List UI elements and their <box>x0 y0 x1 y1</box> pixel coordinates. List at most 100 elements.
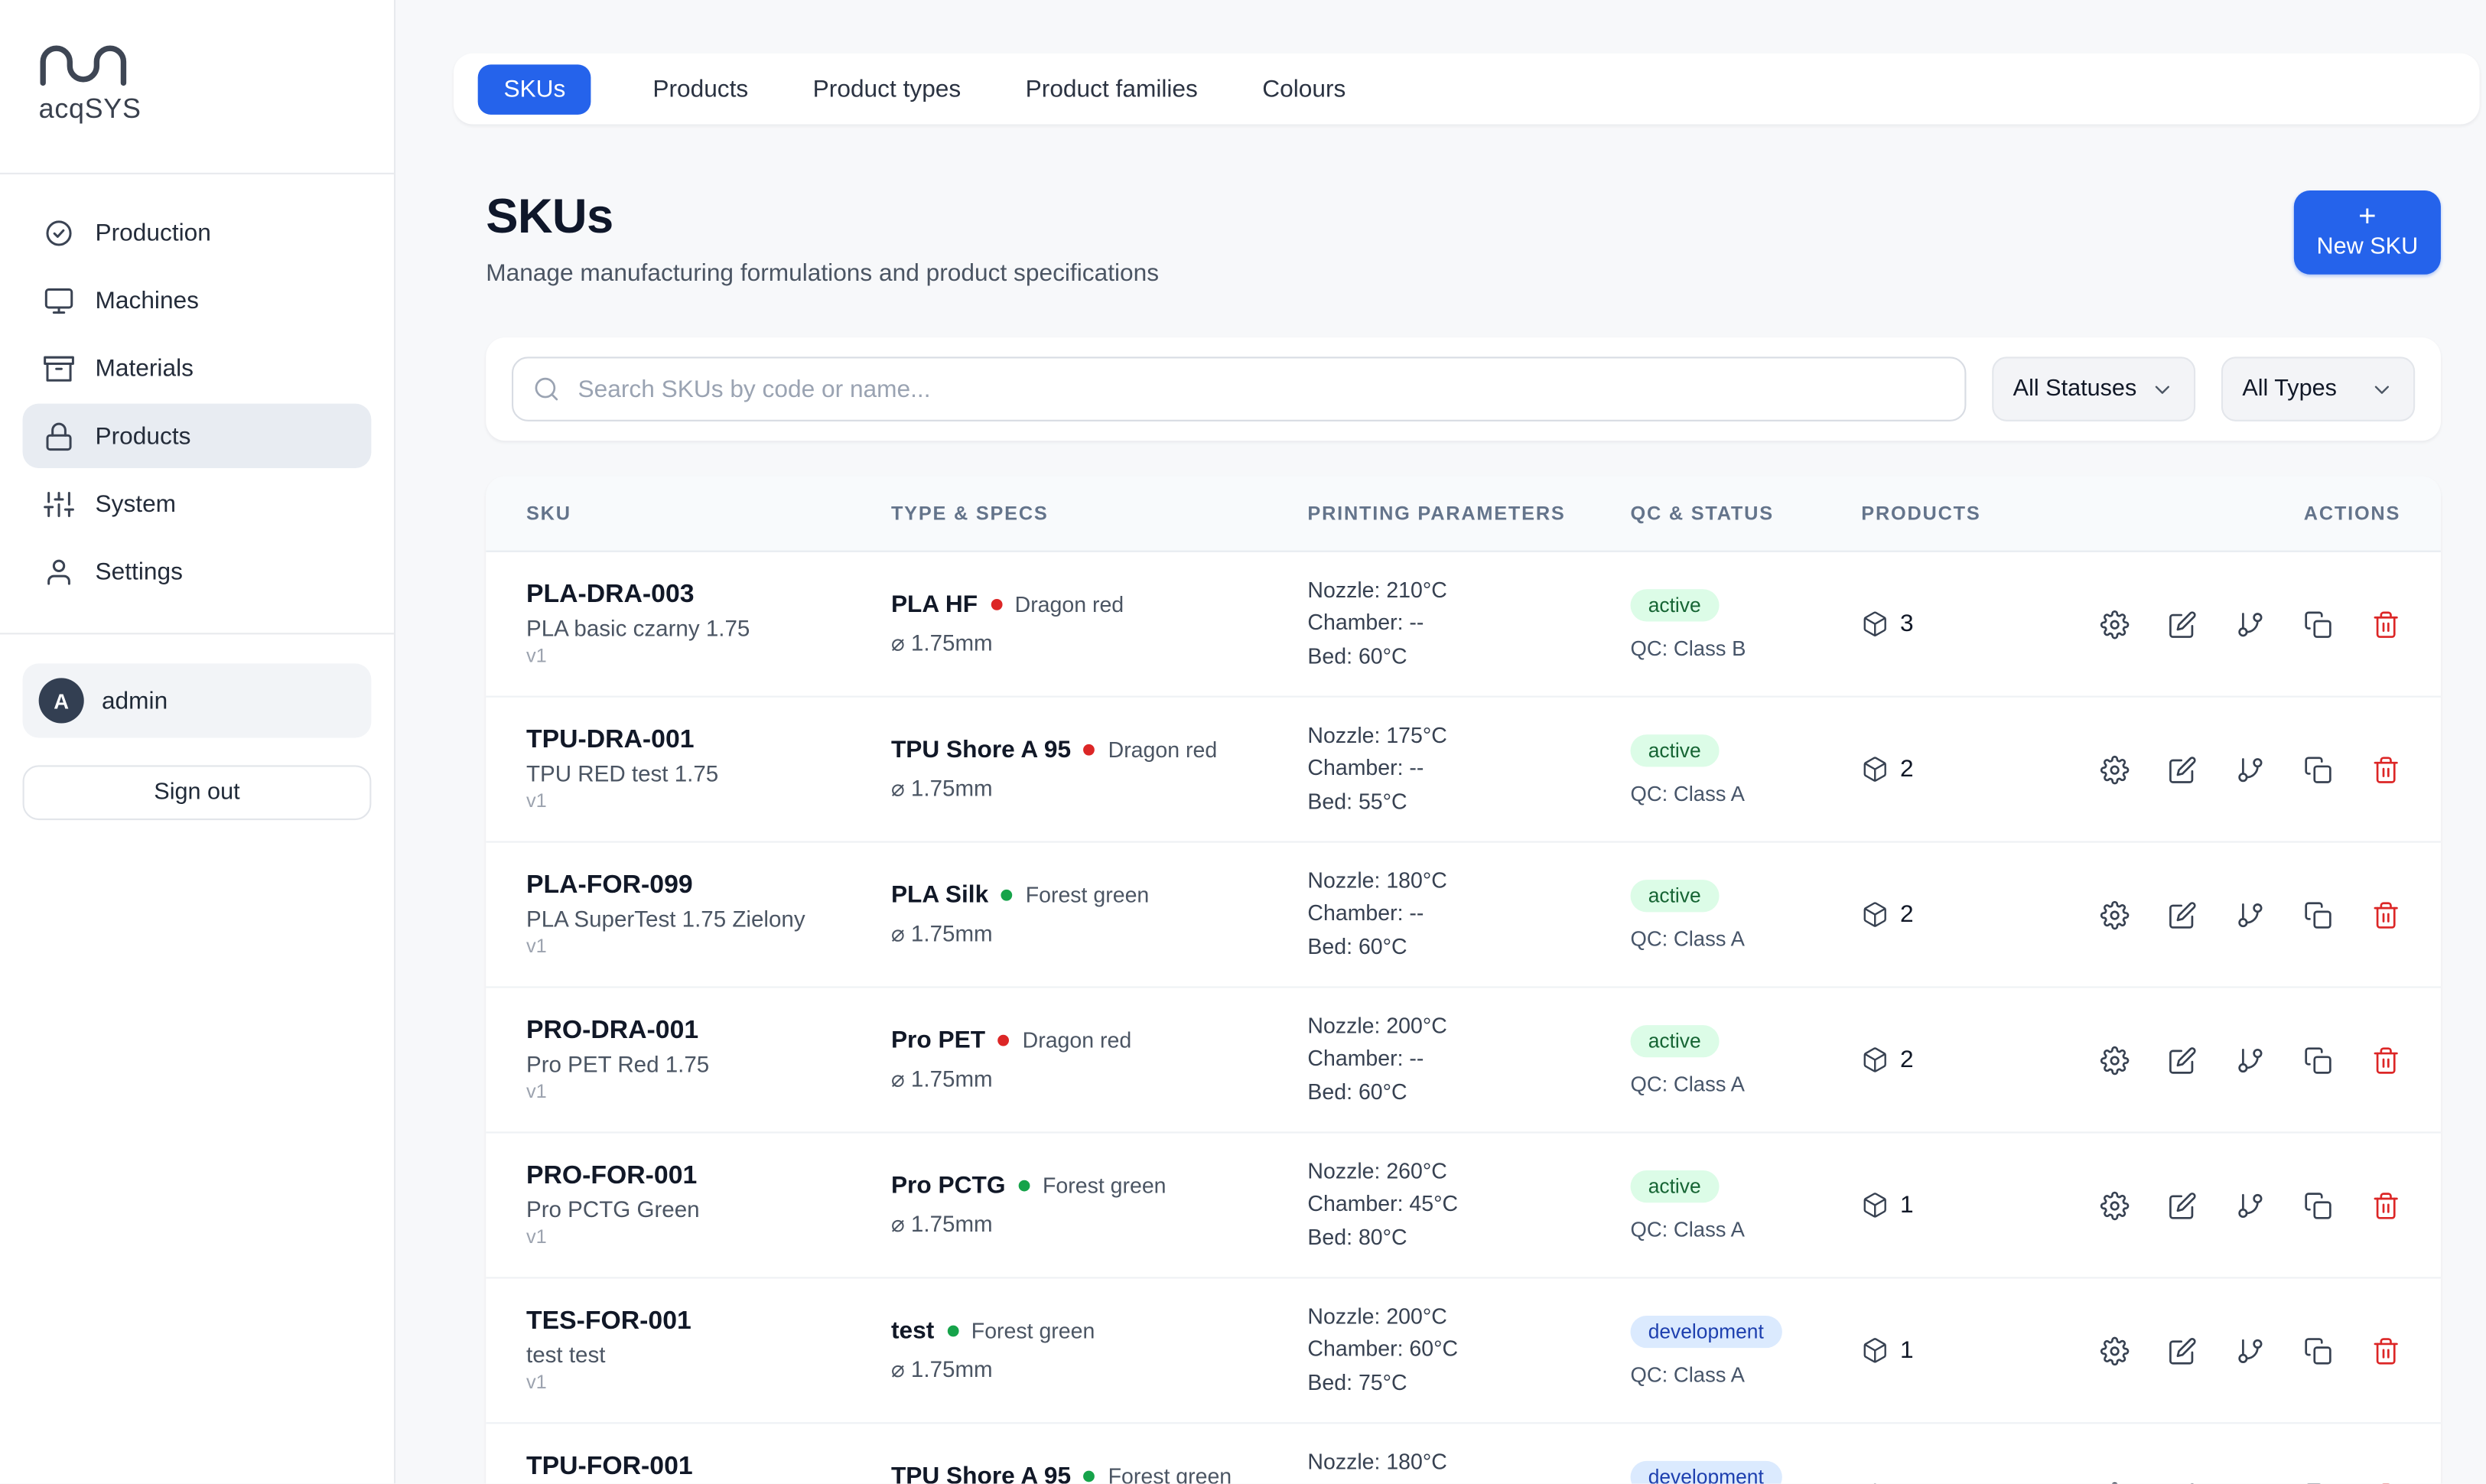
material-type: TPU Shore A 95 <box>891 736 1071 763</box>
git-branch-icon <box>2236 1045 2265 1074</box>
versions-button[interactable] <box>2236 755 2265 784</box>
edit-icon <box>2168 900 2197 929</box>
settings-gear-button[interactable] <box>2100 610 2130 639</box>
actions-cell <box>2071 610 2401 639</box>
material-type: test <box>891 1317 934 1345</box>
column-header-actions: ACTIONS <box>2071 502 2401 525</box>
duplicate-button[interactable] <box>2304 755 2333 784</box>
search-icon <box>532 376 560 403</box>
sku-name: PLA basic czarny 1.75 <box>526 615 891 641</box>
chamber-temp: Chamber: -- <box>1307 607 1630 640</box>
sku-cell: TPU-DRA-001 TPU RED test 1.75 v1 <box>526 727 891 812</box>
filament-diameter: ⌀ 1.75mm <box>891 1066 1307 1093</box>
sidebar-item-materials[interactable]: Materials <box>23 336 372 400</box>
sign-out-button[interactable]: Sign out <box>23 765 372 820</box>
sku-code: TES-FOR-001 <box>526 1307 891 1336</box>
sidebar-item-system[interactable]: System <box>23 471 372 535</box>
user-chip[interactable]: A admin <box>23 663 372 737</box>
type-filter-select[interactable]: All Types <box>2221 356 2415 421</box>
cube-icon <box>1861 901 1889 929</box>
versions-button[interactable] <box>2236 1045 2265 1074</box>
settings-gear-button[interactable] <box>2100 1190 2130 1219</box>
tab-product-families[interactable]: Product families <box>1022 63 1201 113</box>
delete-button[interactable] <box>2371 610 2400 639</box>
user-icon <box>44 556 74 587</box>
colour-name: Forest green <box>1043 1173 1167 1198</box>
tab-products[interactable]: Products <box>649 63 751 113</box>
edit-button[interactable] <box>2168 1190 2197 1219</box>
duplicate-button[interactable] <box>2304 610 2333 639</box>
delete-button[interactable] <box>2371 1336 2400 1365</box>
nozzle-temp: Nozzle: 200°C <box>1307 1010 1630 1043</box>
duplicate-button[interactable] <box>2304 1336 2333 1365</box>
edit-button[interactable] <box>2168 1045 2197 1074</box>
duplicate-button[interactable] <box>2304 1481 2333 1483</box>
products-count: 1 <box>1900 1482 1914 1483</box>
table-header-row: SKU TYPE & SPECS PRINTING PARAMETERS QC … <box>486 477 2441 552</box>
edit-button[interactable] <box>2168 1481 2197 1483</box>
settings-gear-button[interactable] <box>2100 1336 2130 1365</box>
nozzle-temp: Nozzle: 210°C <box>1307 575 1630 608</box>
sku-code: PLA-FOR-099 <box>526 872 891 901</box>
bed-temp: Bed: 60°C <box>1307 640 1630 673</box>
delete-button[interactable] <box>2371 1190 2400 1219</box>
app-root: acqSYS Production Machines Materials Pro… <box>0 0 2486 1483</box>
duplicate-button[interactable] <box>2304 900 2333 929</box>
tab-skus[interactable]: SKUs <box>478 63 591 113</box>
trash-icon <box>2371 1336 2400 1365</box>
qc-status-cell: active QC: Class A <box>1631 734 1862 805</box>
tab-colours[interactable]: Colours <box>1259 63 1349 113</box>
settings-gear-button[interactable] <box>2100 900 2130 929</box>
actions-cell <box>2071 1481 2401 1483</box>
column-header-qc-status: QC & STATUS <box>1631 502 1862 525</box>
sidebar-item-settings[interactable]: Settings <box>23 539 372 604</box>
filament-diameter: ⌀ 1.75mm <box>891 920 1307 948</box>
settings-gear-button[interactable] <box>2100 755 2130 784</box>
tab-product-types[interactable]: Product types <box>809 63 964 113</box>
status-badge: development <box>1631 1460 1782 1484</box>
table-row: TPU-DRA-001 TPU RED test 1.75 v1 TPU Sho… <box>486 698 2441 843</box>
status-filter-select[interactable]: All Statuses <box>1992 356 2195 421</box>
sku-version: v1 <box>526 789 891 812</box>
settings-gear-button[interactable] <box>2100 1045 2130 1074</box>
page-subtitle: Manage manufacturing formulations and pr… <box>486 260 1159 288</box>
edit-icon <box>2168 610 2197 639</box>
delete-button[interactable] <box>2371 1045 2400 1074</box>
versions-button[interactable] <box>2236 1336 2265 1365</box>
versions-button[interactable] <box>2236 1190 2265 1219</box>
delete-button[interactable] <box>2371 1481 2400 1483</box>
type-filter-value: All Types <box>2242 376 2337 402</box>
chamber-temp: Chamber: -- <box>1307 1479 1630 1484</box>
table-row: TES-FOR-001 test test v1 test Forest gre… <box>486 1278 2441 1424</box>
new-sku-button[interactable]: + New SKU <box>2294 190 2441 275</box>
copy-icon <box>2304 1045 2333 1074</box>
sidebar-item-machines[interactable]: Machines <box>23 268 372 332</box>
duplicate-button[interactable] <box>2304 1045 2333 1074</box>
products-cell: 3 <box>1861 610 2071 638</box>
edit-button[interactable] <box>2168 900 2197 929</box>
sidebar-item-production[interactable]: Production <box>23 200 372 265</box>
sku-name: TPU RED test 1.75 <box>526 760 891 786</box>
delete-button[interactable] <box>2371 900 2400 929</box>
lock-icon <box>44 421 74 451</box>
versions-button[interactable] <box>2236 1481 2265 1483</box>
sidebar-item-products[interactable]: Products <box>23 404 372 468</box>
colour-name: Dragon red <box>1023 1028 1132 1053</box>
edit-button[interactable] <box>2168 755 2197 784</box>
edit-button[interactable] <box>2168 1336 2197 1365</box>
search-input[interactable] <box>512 356 1966 421</box>
delete-button[interactable] <box>2371 755 2400 784</box>
sku-name: PLA SuperTest 1.75 Zielony <box>526 906 891 932</box>
edit-button[interactable] <box>2168 610 2197 639</box>
page-header: SKUs Manage manufacturing formulations a… <box>486 190 2441 288</box>
sku-cell: PLA-DRA-003 PLA basic czarny 1.75 v1 <box>526 581 891 667</box>
duplicate-button[interactable] <box>2304 1190 2333 1219</box>
versions-button[interactable] <box>2236 900 2265 929</box>
type-specs-cell: Pro PET Dragon red ⌀ 1.75mm <box>891 1027 1307 1093</box>
printing-parameters-cell: Nozzle: 180°C Chamber: -- Bed: 50°C <box>1307 1447 1630 1483</box>
gear-icon <box>2100 1190 2130 1219</box>
type-specs-cell: TPU Shore A 95 Dragon red ⌀ 1.75mm <box>891 736 1307 802</box>
versions-button[interactable] <box>2236 610 2265 639</box>
settings-gear-button[interactable] <box>2100 1481 2130 1483</box>
nozzle-temp: Nozzle: 180°C <box>1307 865 1630 898</box>
